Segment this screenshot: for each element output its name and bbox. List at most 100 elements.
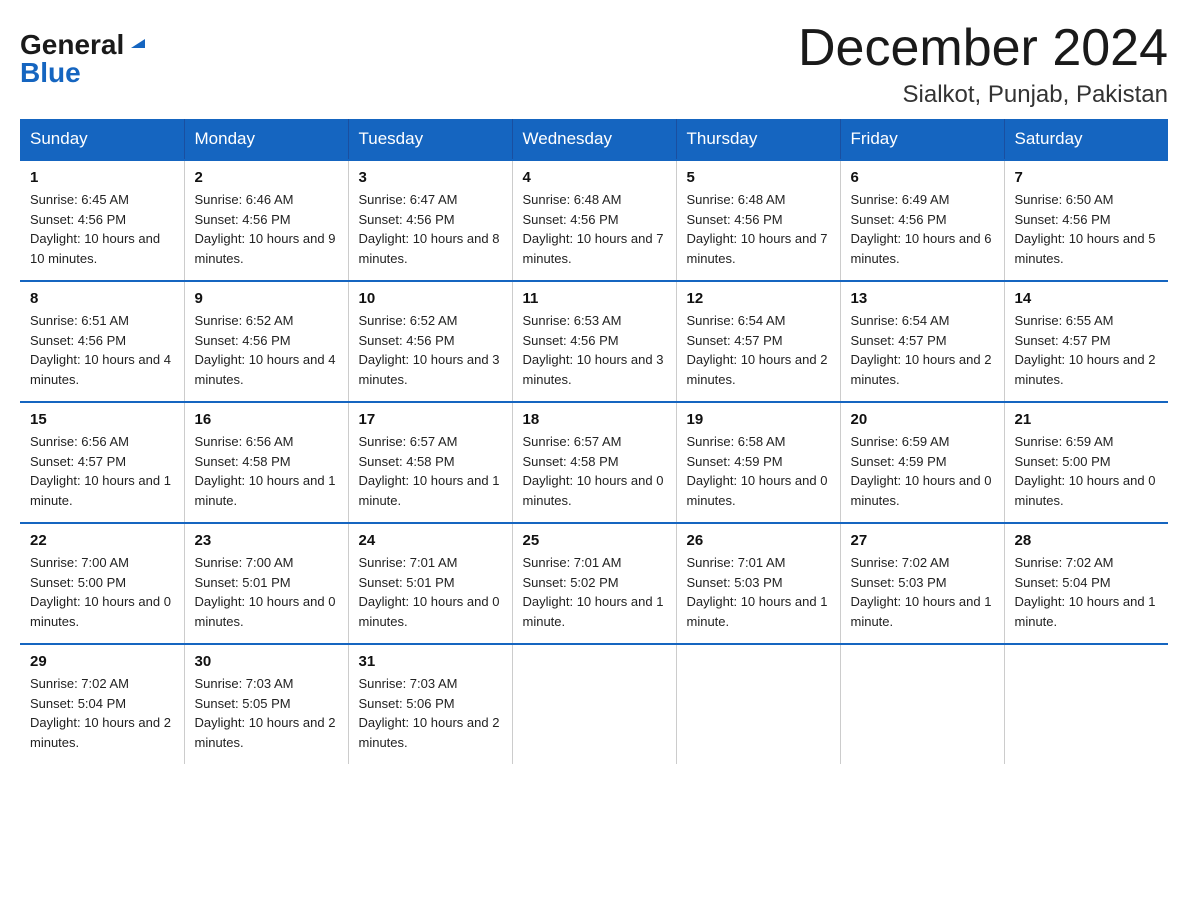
day-number: 31	[359, 653, 502, 670]
day-number: 16	[195, 411, 338, 428]
day-number: 12	[687, 290, 830, 307]
day-number: 2	[195, 169, 338, 186]
header-wednesday: Wednesday	[512, 119, 676, 160]
day-number: 26	[687, 532, 830, 549]
day-number: 13	[851, 290, 994, 307]
day-number: 1	[30, 169, 174, 186]
header-tuesday: Tuesday	[348, 119, 512, 160]
calendar-cell: 1 Sunrise: 6:45 AMSunset: 4:56 PMDaylight…	[20, 160, 184, 281]
day-number: 9	[195, 290, 338, 307]
week-row-4: 22Sunrise: 7:00 AMSunset: 5:00 PMDayligh…	[20, 523, 1168, 644]
calendar-cell	[1004, 644, 1168, 764]
calendar-cell: 21Sunrise: 6:59 AMSunset: 5:00 PMDayligh…	[1004, 402, 1168, 523]
calendar-cell: 9 Sunrise: 6:52 AMSunset: 4:56 PMDaylight…	[184, 281, 348, 402]
calendar-header: SundayMondayTuesdayWednesdayThursdayFrid…	[20, 119, 1168, 160]
day-info: Sunrise: 6:45 AMSunset: 4:56 PMDaylight:…	[30, 190, 174, 268]
page-header: General Blue December 2024 Sialkot, Punj…	[20, 20, 1168, 109]
week-row-2: 8 Sunrise: 6:51 AMSunset: 4:56 PMDaylight…	[20, 281, 1168, 402]
title-block: December 2024 Sialkot, Punjab, Pakistan	[798, 20, 1168, 109]
calendar-cell	[840, 644, 1004, 764]
day-info: Sunrise: 6:49 AMSunset: 4:56 PMDaylight:…	[851, 190, 994, 268]
logo-arrow-icon	[127, 30, 149, 57]
day-number: 14	[1015, 290, 1159, 307]
day-info: Sunrise: 7:00 AMSunset: 5:01 PMDaylight:…	[195, 553, 338, 631]
day-info: Sunrise: 6:55 AMSunset: 4:57 PMDaylight:…	[1015, 311, 1159, 389]
day-number: 6	[851, 169, 994, 186]
day-info: Sunrise: 6:56 AMSunset: 4:57 PMDaylight:…	[30, 432, 174, 510]
calendar-cell: 26 Sunrise: 7:01 AMSunset: 5:03 PMDayligh…	[676, 523, 840, 644]
calendar-cell: 17 Sunrise: 6:57 AMSunset: 4:58 PMDayligh…	[348, 402, 512, 523]
calendar-cell: 23 Sunrise: 7:00 AMSunset: 5:01 PMDayligh…	[184, 523, 348, 644]
day-headers-row: SundayMondayTuesdayWednesdayThursdayFrid…	[20, 119, 1168, 160]
day-info: Sunrise: 7:01 AMSunset: 5:03 PMDaylight:…	[687, 553, 830, 631]
day-info: Sunrise: 7:01 AMSunset: 5:01 PMDaylight:…	[359, 553, 502, 631]
day-number: 5	[687, 169, 830, 186]
logo-blue: Blue	[20, 59, 81, 87]
day-number: 19	[687, 411, 830, 428]
calendar-cell: 11 Sunrise: 6:53 AMSunset: 4:56 PMDayligh…	[512, 281, 676, 402]
day-info: Sunrise: 7:02 AMSunset: 5:04 PMDaylight:…	[30, 674, 174, 752]
day-info: Sunrise: 7:02 AMSunset: 5:03 PMDaylight:…	[851, 553, 994, 631]
calendar-body: 1 Sunrise: 6:45 AMSunset: 4:56 PMDaylight…	[20, 160, 1168, 764]
day-number: 8	[30, 290, 174, 307]
calendar-cell: 12 Sunrise: 6:54 AMSunset: 4:57 PMDayligh…	[676, 281, 840, 402]
day-info: Sunrise: 6:59 AMSunset: 4:59 PMDaylight:…	[851, 432, 994, 510]
day-number: 10	[359, 290, 502, 307]
day-info: Sunrise: 6:48 AMSunset: 4:56 PMDaylight:…	[523, 190, 666, 268]
calendar-cell: 28 Sunrise: 7:02 AMSunset: 5:04 PMDayligh…	[1004, 523, 1168, 644]
calendar-cell: 27 Sunrise: 7:02 AMSunset: 5:03 PMDayligh…	[840, 523, 1004, 644]
day-info: Sunrise: 6:54 AMSunset: 4:57 PMDaylight:…	[687, 311, 830, 389]
calendar-cell: 8 Sunrise: 6:51 AMSunset: 4:56 PMDaylight…	[20, 281, 184, 402]
header-friday: Friday	[840, 119, 1004, 160]
calendar-cell: 25 Sunrise: 7:01 AMSunset: 5:02 PMDayligh…	[512, 523, 676, 644]
calendar-cell: 19 Sunrise: 6:58 AMSunset: 4:59 PMDayligh…	[676, 402, 840, 523]
day-info: Sunrise: 6:53 AMSunset: 4:56 PMDaylight:…	[523, 311, 666, 389]
day-number: 27	[851, 532, 994, 549]
day-number: 29	[30, 653, 174, 670]
day-info: Sunrise: 6:56 AMSunset: 4:58 PMDaylight:…	[195, 432, 338, 510]
day-info: Sunrise: 6:52 AMSunset: 4:56 PMDaylight:…	[359, 311, 502, 389]
logo: General Blue	[20, 30, 149, 87]
calendar-cell: 7 Sunrise: 6:50 AMSunset: 4:56 PMDaylight…	[1004, 160, 1168, 281]
day-number: 28	[1015, 532, 1159, 549]
day-number: 22	[30, 532, 174, 549]
day-info: Sunrise: 6:50 AMSunset: 4:56 PMDaylight:…	[1015, 190, 1159, 268]
calendar-cell	[512, 644, 676, 764]
calendar-cell: 14 Sunrise: 6:55 AMSunset: 4:57 PMDayligh…	[1004, 281, 1168, 402]
calendar-cell: 18Sunrise: 6:57 AMSunset: 4:58 PMDayligh…	[512, 402, 676, 523]
calendar-cell: 31 Sunrise: 7:03 AMSunset: 5:06 PMDayligh…	[348, 644, 512, 764]
calendar-cell: 15Sunrise: 6:56 AMSunset: 4:57 PMDayligh…	[20, 402, 184, 523]
calendar-cell: 5 Sunrise: 6:48 AMSunset: 4:56 PMDaylight…	[676, 160, 840, 281]
day-number: 3	[359, 169, 502, 186]
day-info: Sunrise: 7:01 AMSunset: 5:02 PMDaylight:…	[523, 553, 666, 631]
day-number: 7	[1015, 169, 1159, 186]
calendar-cell: 3 Sunrise: 6:47 AMSunset: 4:56 PMDaylight…	[348, 160, 512, 281]
month-title: December 2024	[798, 20, 1168, 77]
header-sunday: Sunday	[20, 119, 184, 160]
day-number: 17	[359, 411, 502, 428]
day-info: Sunrise: 6:48 AMSunset: 4:56 PMDaylight:…	[687, 190, 830, 268]
day-number: 25	[523, 532, 666, 549]
header-thursday: Thursday	[676, 119, 840, 160]
day-number: 20	[851, 411, 994, 428]
calendar-cell: 20 Sunrise: 6:59 AMSunset: 4:59 PMDayligh…	[840, 402, 1004, 523]
day-info: Sunrise: 6:54 AMSunset: 4:57 PMDaylight:…	[851, 311, 994, 389]
calendar-cell: 22Sunrise: 7:00 AMSunset: 5:00 PMDayligh…	[20, 523, 184, 644]
location-title: Sialkot, Punjab, Pakistan	[798, 81, 1168, 109]
day-info: Sunrise: 6:58 AMSunset: 4:59 PMDaylight:…	[687, 432, 830, 510]
day-info: Sunrise: 7:03 AMSunset: 5:05 PMDaylight:…	[195, 674, 338, 752]
day-info: Sunrise: 6:52 AMSunset: 4:56 PMDaylight:…	[195, 311, 338, 389]
calendar-cell: 2 Sunrise: 6:46 AMSunset: 4:56 PMDaylight…	[184, 160, 348, 281]
calendar-cell: 4Sunrise: 6:48 AMSunset: 4:56 PMDaylight…	[512, 160, 676, 281]
day-info: Sunrise: 6:47 AMSunset: 4:56 PMDaylight:…	[359, 190, 502, 268]
day-info: Sunrise: 6:51 AMSunset: 4:56 PMDaylight:…	[30, 311, 174, 389]
day-info: Sunrise: 7:02 AMSunset: 5:04 PMDaylight:…	[1015, 553, 1159, 631]
calendar-cell: 6 Sunrise: 6:49 AMSunset: 4:56 PMDaylight…	[840, 160, 1004, 281]
day-number: 23	[195, 532, 338, 549]
calendar-cell: 10 Sunrise: 6:52 AMSunset: 4:56 PMDayligh…	[348, 281, 512, 402]
day-info: Sunrise: 7:03 AMSunset: 5:06 PMDaylight:…	[359, 674, 502, 752]
day-info: Sunrise: 6:57 AMSunset: 4:58 PMDaylight:…	[359, 432, 502, 510]
day-number: 11	[523, 290, 666, 307]
day-number: 30	[195, 653, 338, 670]
day-info: Sunrise: 6:46 AMSunset: 4:56 PMDaylight:…	[195, 190, 338, 268]
